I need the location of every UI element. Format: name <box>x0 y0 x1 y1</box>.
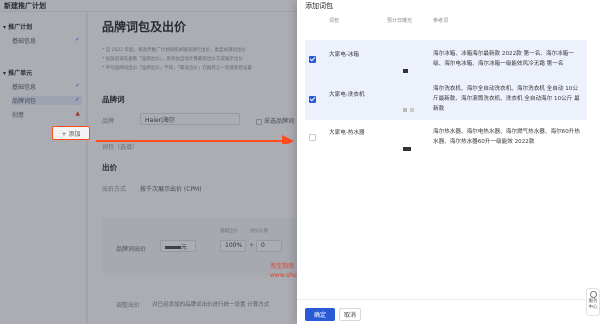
add-package-button[interactable]: + 添加 <box>52 126 90 140</box>
row-keywords: 海尔洗衣机、海尔全自动洗衣机、海尔洗衣机 全自动 10公斤最新款、海尔滚筒洗衣机… <box>433 86 580 112</box>
drawer-footer: 确定 取消 <box>297 299 600 324</box>
row-keywords: 海尔热水器、海尔电热水器、海尔燃气热水器、海尔60升热水器、海尔热水器60升一级… <box>433 129 580 145</box>
cancel-button[interactable]: 取消 <box>339 308 361 321</box>
checkbox-checked[interactable] <box>309 96 316 103</box>
headset-icon <box>589 291 597 298</box>
add-package-label: + 添加 <box>61 130 81 138</box>
table-row[interactable]: 大家电-热水器 海尔热水器、海尔电热水器、海尔燃气热水器、海尔60升热水器、海尔… <box>305 122 587 160</box>
confirm-button[interactable]: 确定 <box>305 308 335 321</box>
add-package-drawer: 添加词包 词包 预计日曝光 参考词 大家电-冰箱 海尔冰箱、冰箱海尔最新款 20… <box>297 0 600 324</box>
row-keywords: 海尔冰箱、冰箱海尔最新款 2022款 第一名、海尔冰箱一级、海尔电冰箱、海尔冰箱… <box>433 51 574 67</box>
column-keywords: 参考词 <box>433 18 449 24</box>
drawer-title: 添加词包 <box>305 2 333 10</box>
service-center-label: 服务中心 <box>588 299 598 310</box>
table-row[interactable]: 大家电-冰箱 海尔冰箱、冰箱海尔最新款 2022款 第一名、海尔冰箱一级、海尔电… <box>305 40 587 78</box>
arrow-icon <box>96 135 294 144</box>
column-package: 词包 <box>329 18 340 24</box>
impression-value-redacted <box>401 58 417 73</box>
table-header: 词包 预计日曝光 参考词 <box>305 14 587 27</box>
impression-value-redacted <box>401 136 417 151</box>
row-package: 大家电-洗衣机 <box>329 92 365 98</box>
checkbox-checked[interactable] <box>309 56 316 63</box>
checkbox-unchecked[interactable] <box>309 134 316 141</box>
column-impressions: 预计日曝光 <box>387 18 413 24</box>
row-package: 大家电-热水器 <box>329 130 365 136</box>
service-center-widget[interactable]: 服务中心 <box>586 288 600 316</box>
impression-value-redacted <box>401 97 417 112</box>
row-package: 大家电-冰箱 <box>329 52 359 58</box>
table-row[interactable]: 大家电-洗衣机 海尔洗衣机、海尔全自动洗衣机、海尔洗衣机 全自动 10公斤最新款… <box>305 78 587 120</box>
